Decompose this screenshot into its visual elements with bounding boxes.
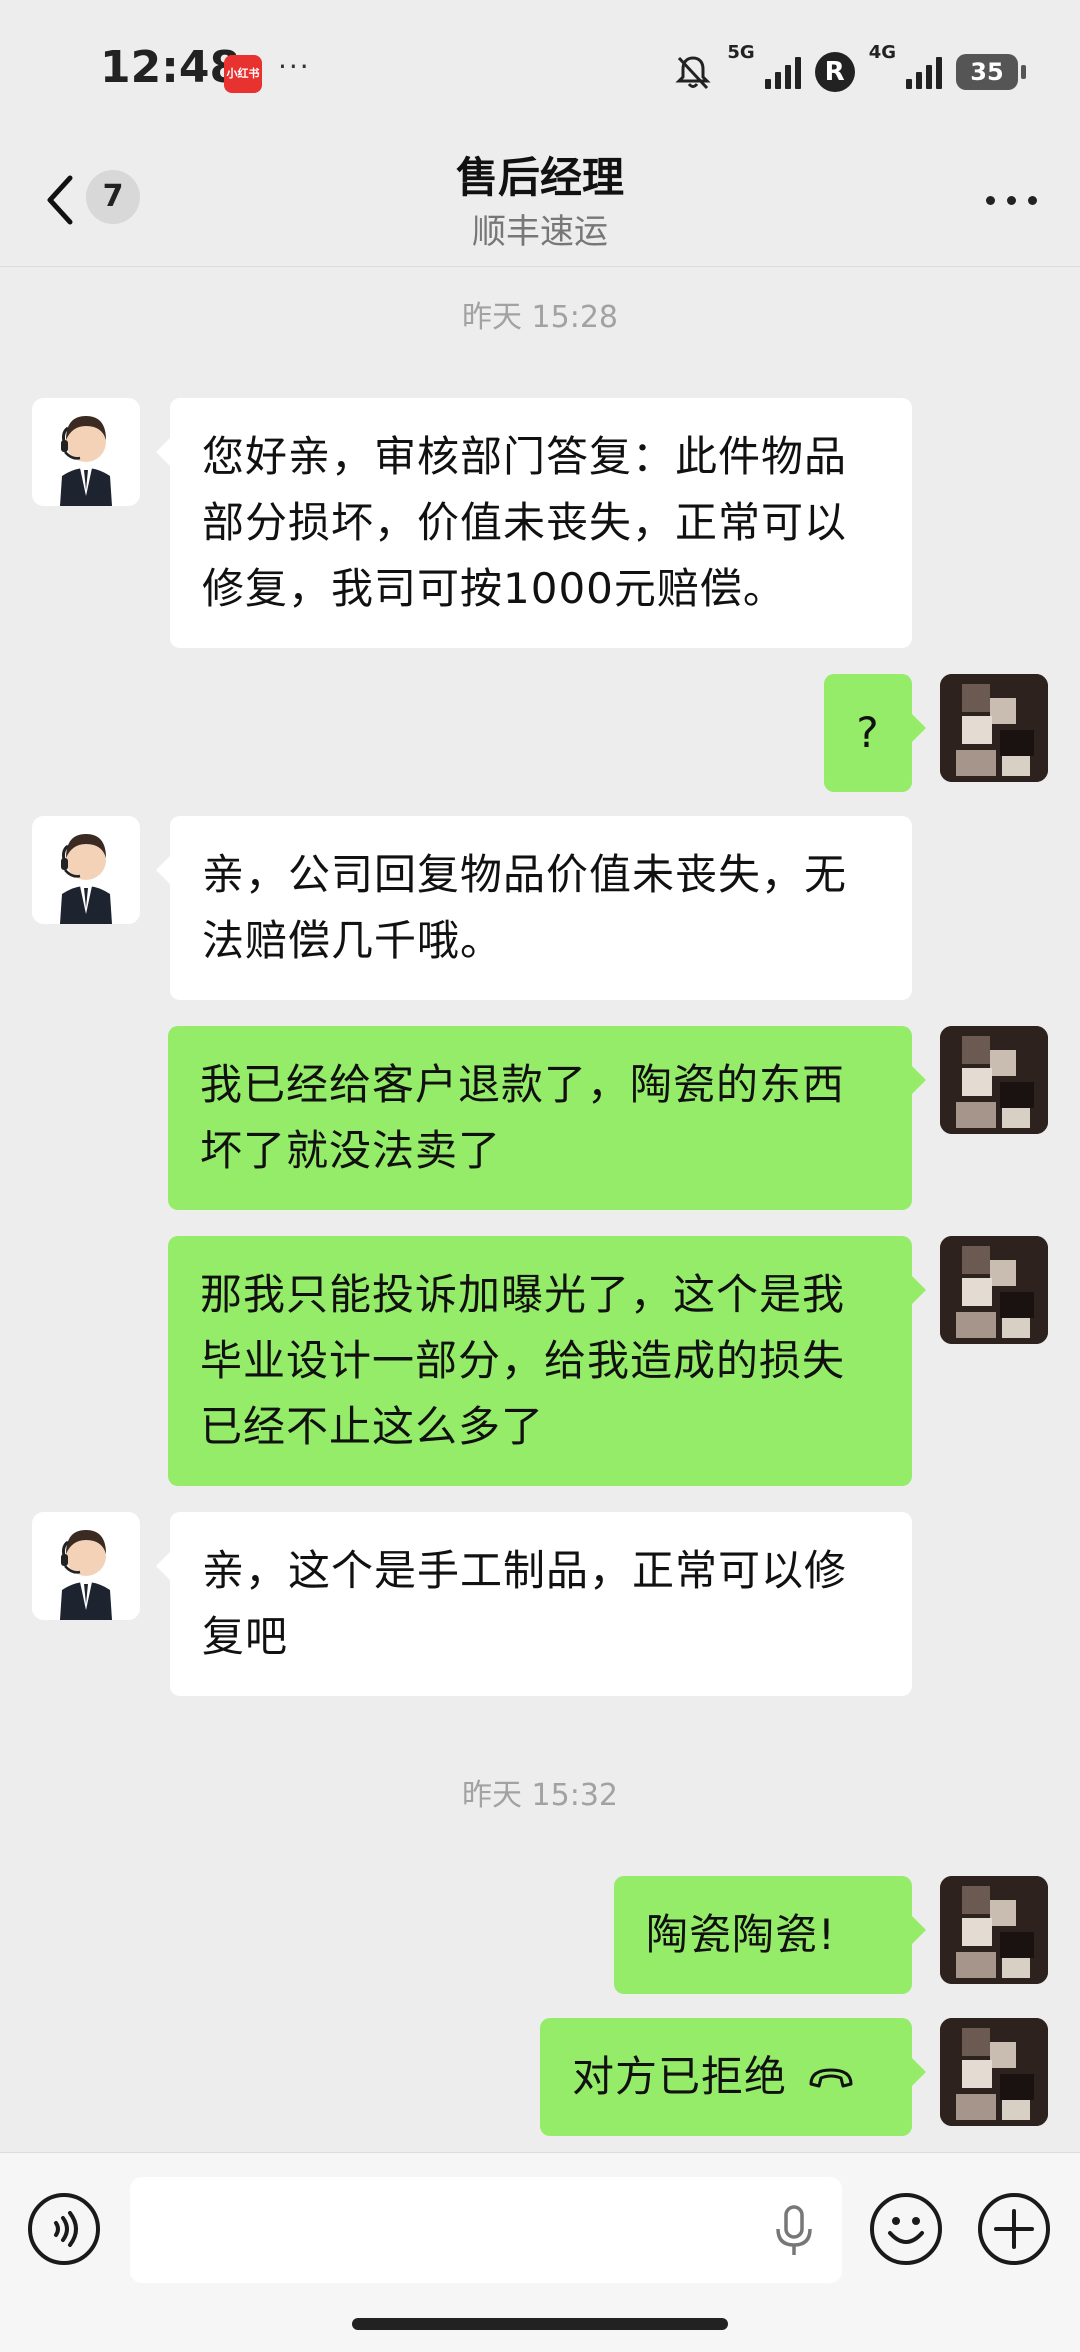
status-bar: 12:48 小红书 ··· 5G R 4G 35 [0,0,1080,140]
user-avatar-icon [940,674,1048,782]
voice-icon[interactable] [28,2193,100,2265]
user-avatar-icon [940,1026,1048,1134]
more-icon[interactable] [976,180,1046,220]
notification-app-icon: 小红书 [224,55,262,93]
timestamp: 昨天 15:32 [462,1778,618,1813]
roaming-icon: R [814,52,855,92]
signal-5g-icon [764,55,801,89]
user-avatar[interactable] [940,1236,1048,1344]
emoji-icon[interactable] [870,2193,942,2265]
user-avatar[interactable] [940,1876,1048,1984]
status-more-dots: ··· [278,50,311,83]
header-divider [0,266,1080,267]
message-bubble-incoming[interactable]: 您好亲，审核部门答复：此件物品部分损坏，价值未丧失，正常可以修复，我司可按100… [156,398,912,648]
home-indicator[interactable] [352,2318,728,2330]
timestamp: 昨天 15:28 [462,300,618,335]
signal-4g-icon [906,55,942,89]
agent-avatar[interactable] [32,1512,140,1620]
network-5g-label: 5G [727,42,755,63]
user-avatar[interactable] [940,2018,1048,2126]
user-avatar[interactable] [940,1026,1048,1134]
status-time: 12:48 [100,42,241,93]
agent-avatar-icon [32,398,140,506]
battery-icon: 35 [956,54,1026,90]
agent-avatar-icon [32,1512,140,1620]
agent-avatar-icon [32,816,140,924]
call-declined-bubble[interactable]: 对方已拒绝 [540,2018,926,2136]
page-title: 售后经理 [455,153,624,202]
message-bubble-incoming[interactable]: 亲，公司回复物品价值未丧失，无法赔偿几千哦。 [156,816,912,1000]
user-avatar-icon [940,1876,1048,1984]
mute-bell-icon [675,56,711,90]
plus-icon[interactable] [978,2193,1050,2265]
message-bubble-incoming[interactable]: 亲，这个是手工制品，正常可以修复吧 [156,1512,912,1696]
user-avatar[interactable] [940,674,1048,782]
call-status-text: 对方已拒绝 [572,2052,788,2101]
user-avatar-icon [940,2018,1048,2126]
network-4g-label: 4G [868,42,896,63]
microphone-icon[interactable] [774,2205,814,2257]
agent-avatar[interactable] [32,398,140,506]
chat-header: 7 售后经理 顺丰速运 [0,130,1080,270]
message-bubble-outgoing[interactable]: 那我只能投诉加曝光了，这个是我毕业设计一部分，给我造成的损失已经不止这么多了 [168,1236,926,1486]
user-avatar-icon [940,1236,1048,1344]
call-declined-icon [809,2068,853,2088]
page-subtitle: 顺丰速运 [472,212,608,252]
message-bubble-outgoing[interactable]: 陶瓷陶瓷! [614,1876,926,1994]
message-bubble-outgoing[interactable]: 我已经给客户退款了，陶瓷的东西坏了就没法卖了 [168,1026,926,1210]
message-bubble-outgoing[interactable]: ? [824,674,926,792]
status-icons: 5G R 4G 35 [673,42,1026,100]
agent-avatar[interactable] [32,816,140,924]
message-input[interactable] [130,2177,842,2283]
